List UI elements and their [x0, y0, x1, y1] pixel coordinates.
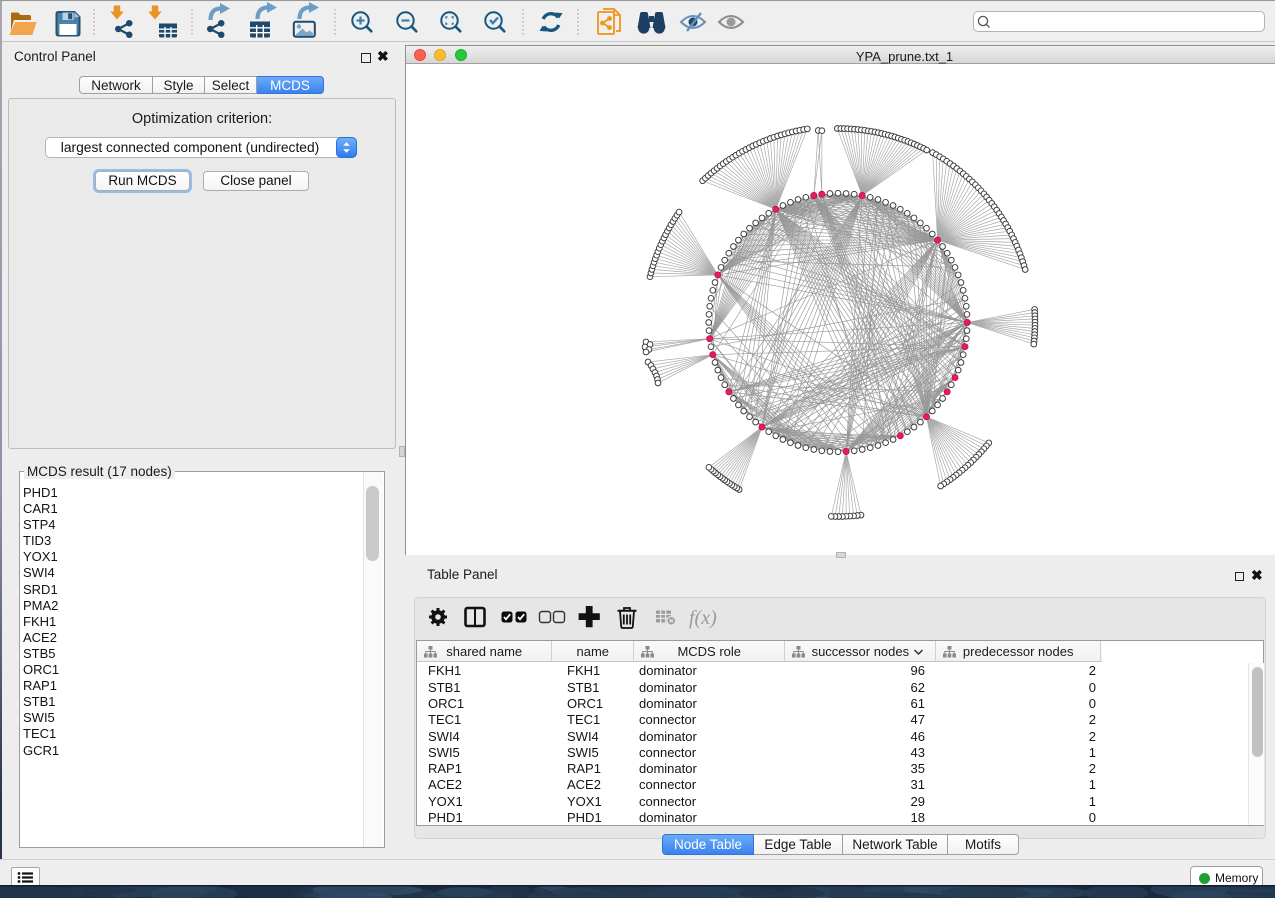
svg-text:f(x): f(x) [689, 607, 717, 629]
